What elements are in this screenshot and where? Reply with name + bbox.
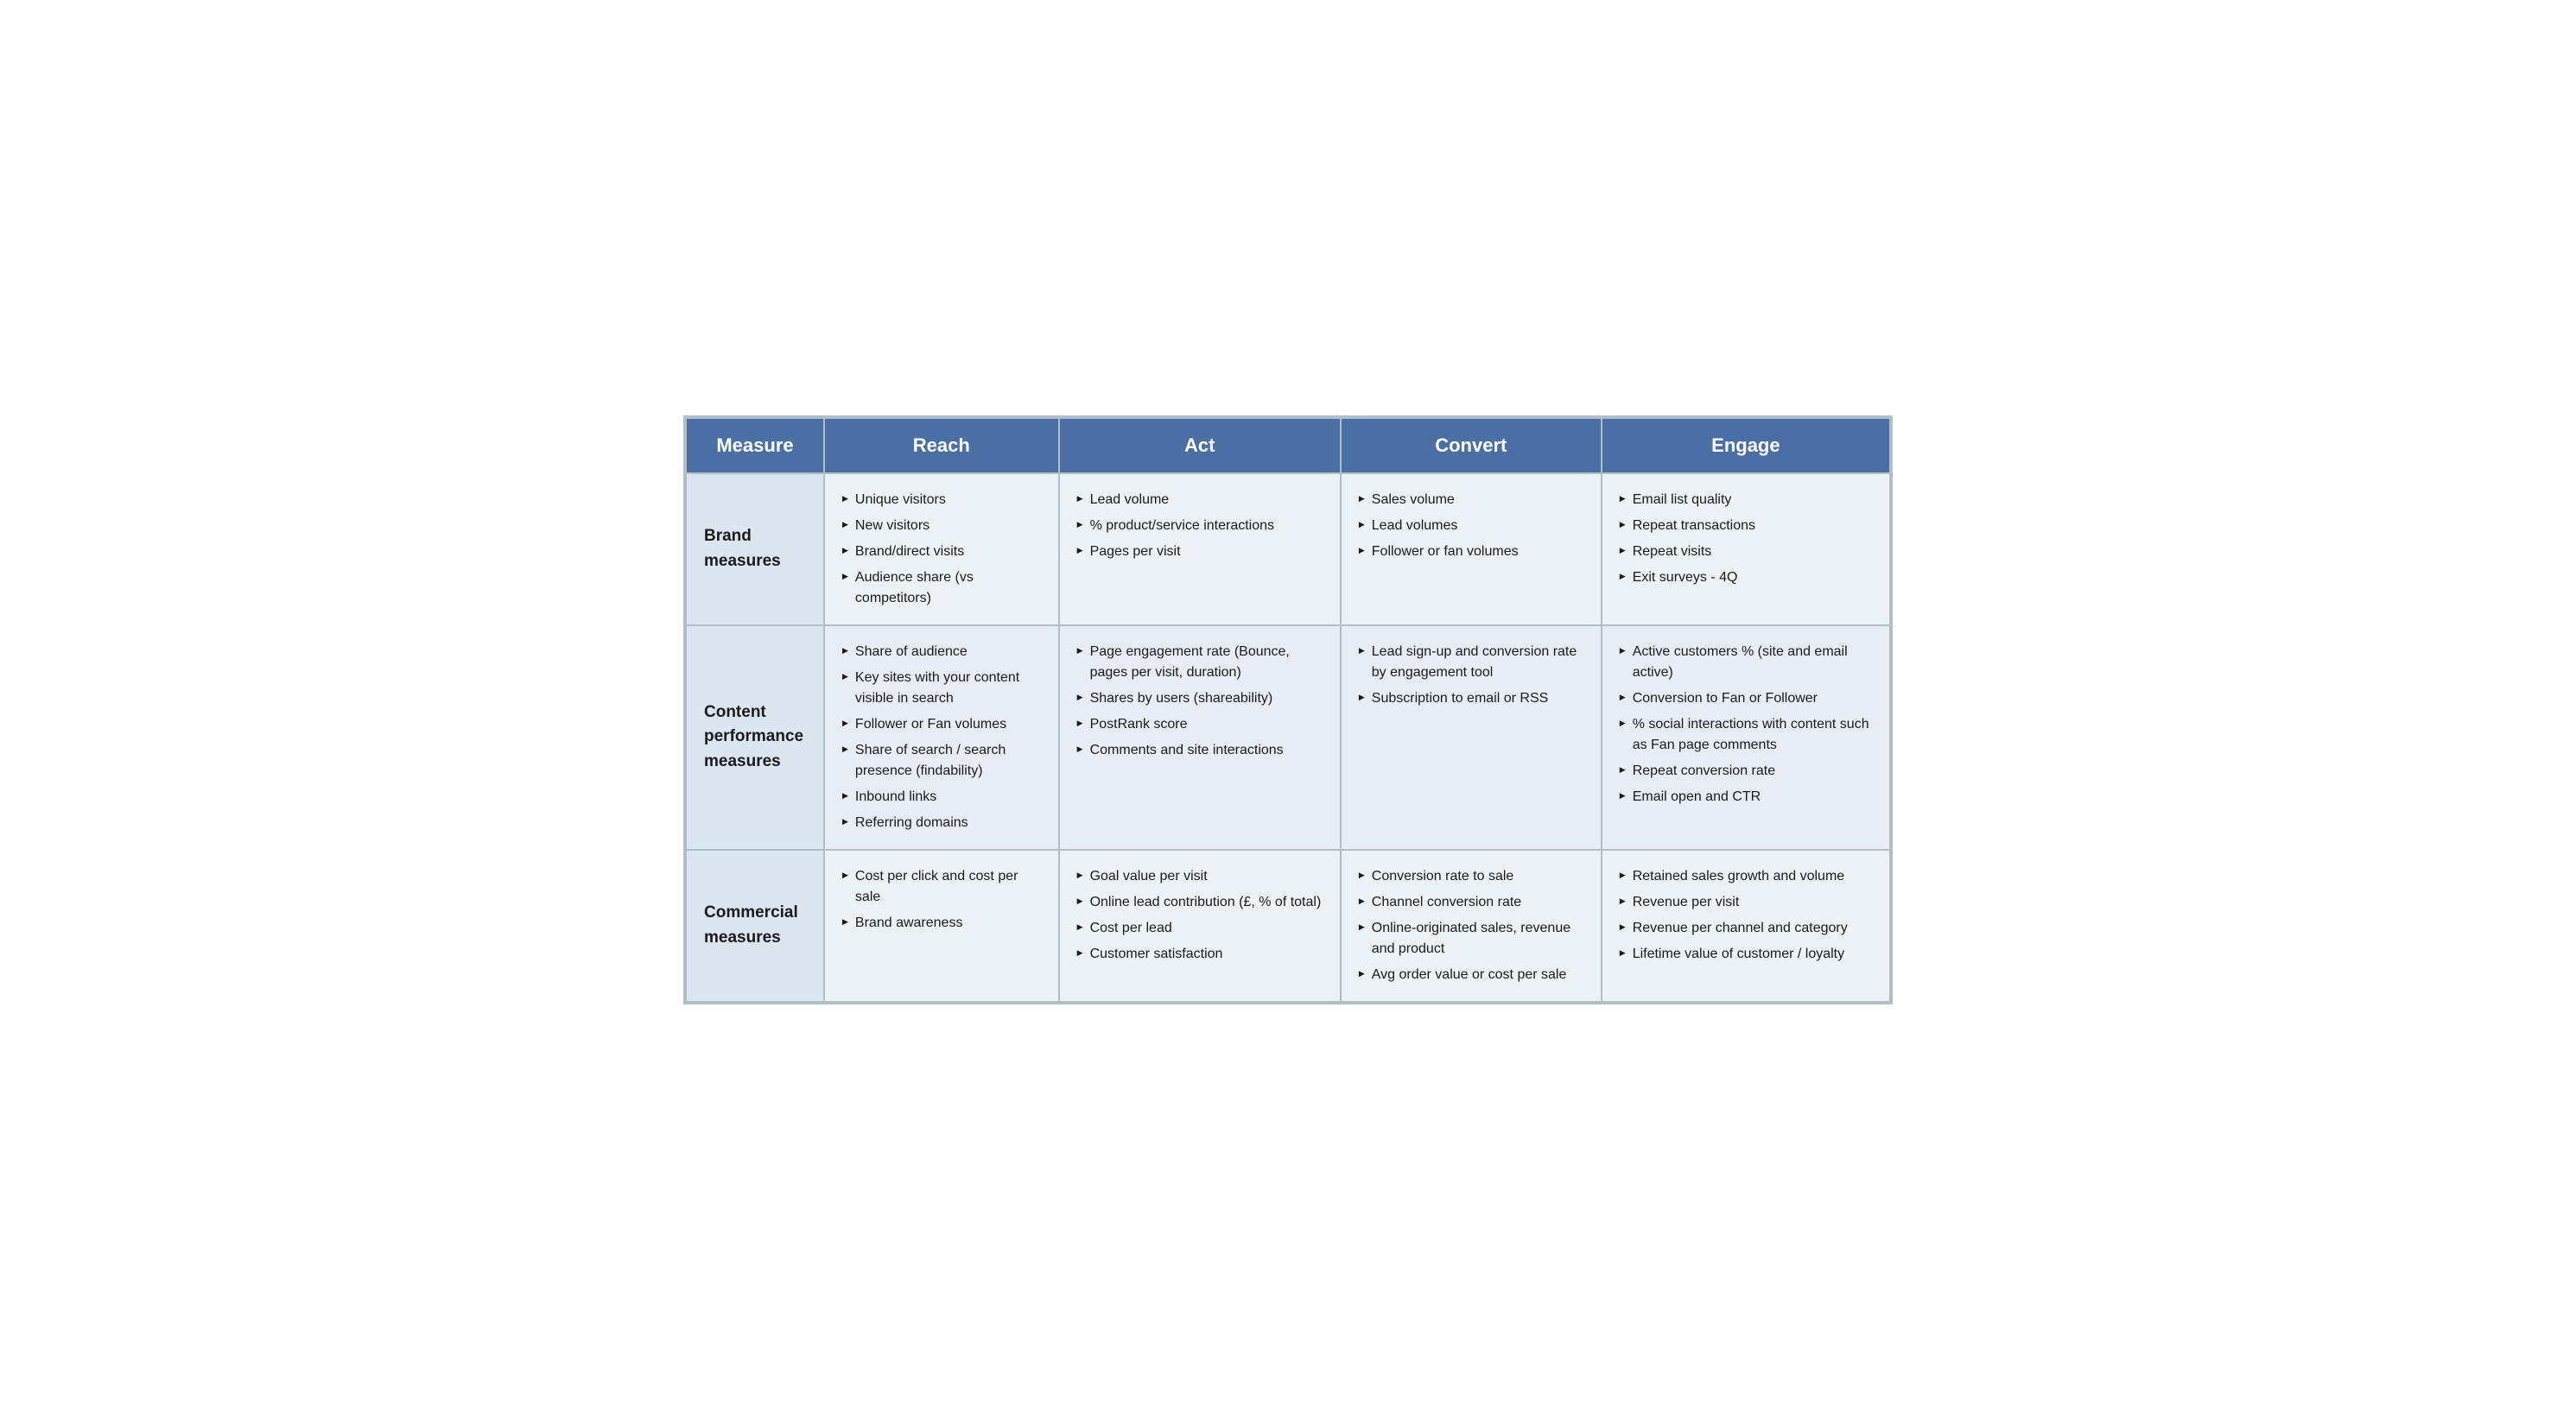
list-item: Comments and site interactions [1077,740,1323,761]
header-reach: Reach [824,418,1059,473]
cell-act: Goal value per visit Online lead contribu… [1059,850,1341,1002]
table-row: Brand measures Unique visitors New visitor… [686,473,1890,625]
list-item: Shares by users (shareability) [1077,688,1323,709]
row-label: Brand measures [686,473,824,625]
list-engage: Email list quality Repeat transactions Rep… [1620,490,1872,588]
list-engage: Retained sales growth and volume Revenue … [1620,866,1872,965]
table-row: Commercial measures Cost per click and co… [686,850,1890,1002]
list-item: Brand awareness [842,913,1041,934]
list-item: Key sites with your content visible in s… [842,668,1041,709]
list-item: Conversion rate to sale [1359,866,1583,887]
list-item: Page engagement rate (Bounce, pages per … [1077,642,1323,683]
list-item: Cost per click and cost per sale [842,866,1041,908]
list-item: Exit surveys - 4Q [1620,567,1872,588]
list-item: Online-originated sales, revenue and pro… [1359,918,1583,960]
list-item: Active customers % (site and email activ… [1620,642,1872,683]
list-item: Unique visitors [842,490,1041,510]
cell-convert: Lead sign-up and conversion rate by enga… [1341,625,1602,850]
list-item: Pages per visit [1077,542,1323,562]
measures-table: Measure Reach Act Convert Engage Brand m… [685,417,1891,1003]
list-act: Goal value per visit Online lead contribu… [1077,866,1323,965]
list-item: Goal value per visit [1077,866,1323,887]
list-item: Conversion to Fan or Follower [1620,688,1872,709]
header-convert: Convert [1341,418,1602,473]
list-item: Lead sign-up and conversion rate by enga… [1359,642,1583,683]
list-item: % product/service interactions [1077,516,1323,536]
list-item: Online lead contribution (£, % of total) [1077,892,1323,913]
cell-act: Lead volume % product/service interaction… [1059,473,1341,625]
list-reach: Cost per click and cost per sale Brand aw… [842,866,1041,934]
row-label: Commercial measures [686,850,824,1002]
header-measure: Measure [686,418,824,473]
list-item: Subscription to email or RSS [1359,688,1583,709]
list-item: Revenue per channel and category [1620,918,1872,939]
header-row: Measure Reach Act Convert Engage [686,418,1890,473]
list-act: Lead volume % product/service interaction… [1077,490,1323,562]
list-item: Lifetime value of customer / loyalty [1620,944,1872,965]
header-engage: Engage [1602,418,1890,473]
list-convert: Sales volume Lead volumes Follower or fan … [1359,490,1583,562]
list-item: Revenue per visit [1620,892,1872,913]
list-item: Share of audience [842,642,1041,662]
main-table-wrapper: Measure Reach Act Convert Engage Brand m… [683,415,1893,1004]
list-engage: Active customers % (site and email activ… [1620,642,1872,808]
cell-reach: Share of audience Key sites with your con… [824,625,1059,850]
list-item: Inbound links [842,787,1041,808]
list-reach: Share of audience Key sites with your con… [842,642,1041,833]
list-item: Audience share (vs competitors) [842,567,1041,609]
header-act: Act [1059,418,1341,473]
list-item: New visitors [842,516,1041,536]
list-convert: Lead sign-up and conversion rate by enga… [1359,642,1583,709]
row-label: Content performance measures [686,625,824,850]
list-item: Retained sales growth and volume [1620,866,1872,887]
list-item: Follower or fan volumes [1359,542,1583,562]
list-item: Avg order value or cost per sale [1359,965,1583,985]
list-item: Channel conversion rate [1359,892,1583,913]
list-item: PostRank score [1077,714,1323,735]
cell-reach: Cost per click and cost per sale Brand aw… [824,850,1059,1002]
list-item: Share of search / search presence (finda… [842,740,1041,782]
table-body: Brand measures Unique visitors New visitor… [686,473,1890,1002]
list-reach: Unique visitors New visitors Brand/direct … [842,490,1041,609]
list-item: Cost per lead [1077,918,1323,939]
list-item: Customer satisfaction [1077,944,1323,965]
list-item: Sales volume [1359,490,1583,510]
cell-act: Page engagement rate (Bounce, pages per … [1059,625,1341,850]
list-item: Repeat conversion rate [1620,761,1872,782]
list-item: Lead volume [1077,490,1323,510]
cell-engage: Retained sales growth and volume Revenue … [1602,850,1890,1002]
list-item: Referring domains [842,813,1041,833]
table-row: Content performance measuresShare of aud… [686,625,1890,850]
list-item: Repeat visits [1620,542,1872,562]
cell-convert: Conversion rate to sale Channel conversio… [1341,850,1602,1002]
list-item: Brand/direct visits [842,542,1041,562]
list-item: Email open and CTR [1620,787,1872,808]
list-item: Follower or Fan volumes [842,714,1041,735]
cell-engage: Email list quality Repeat transactions Rep… [1602,473,1890,625]
list-item: Lead volumes [1359,516,1583,536]
list-act: Page engagement rate (Bounce, pages per … [1077,642,1323,761]
cell-engage: Active customers % (site and email activ… [1602,625,1890,850]
cell-convert: Sales volume Lead volumes Follower or fan … [1341,473,1602,625]
list-item: Email list quality [1620,490,1872,510]
list-item: % social interactions with content such … [1620,714,1872,756]
cell-reach: Unique visitors New visitors Brand/direct … [824,473,1059,625]
list-item: Repeat transactions [1620,516,1872,536]
list-convert: Conversion rate to sale Channel conversio… [1359,866,1583,985]
